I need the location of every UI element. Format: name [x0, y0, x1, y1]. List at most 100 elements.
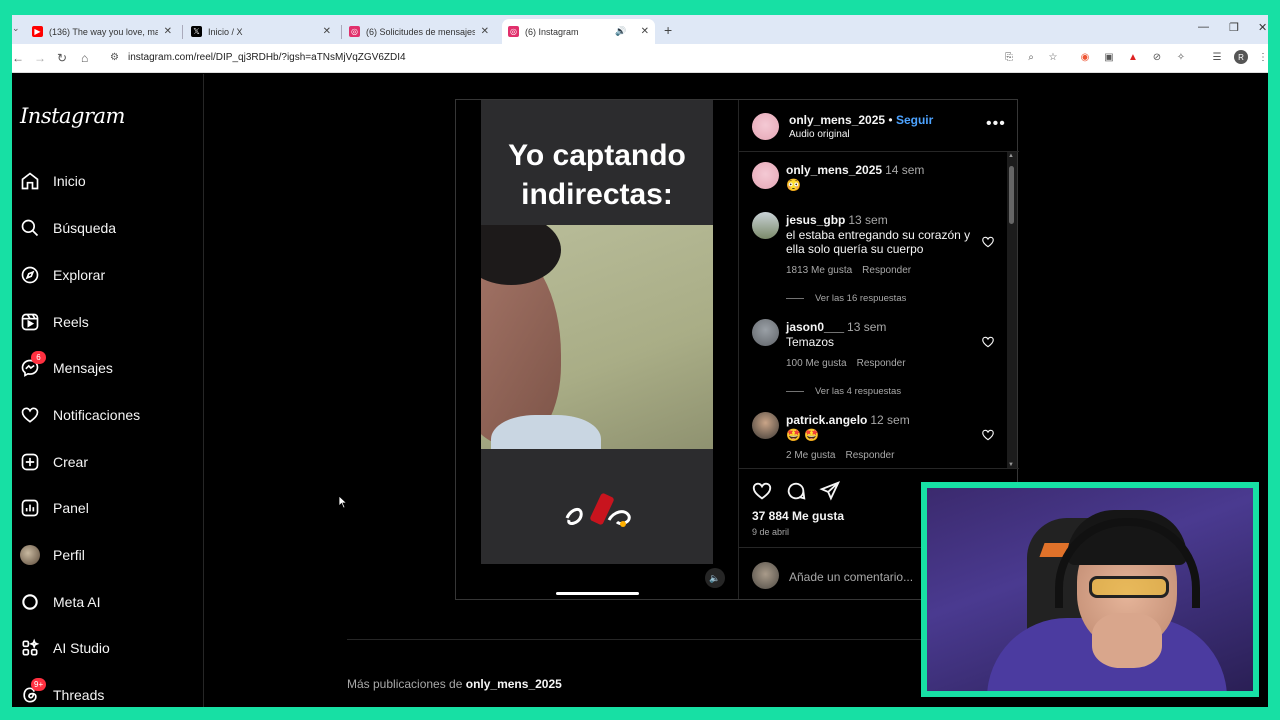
comment-avatar[interactable] — [752, 212, 779, 239]
view-replies-button[interactable]: Ver las 16 respuestas — [786, 293, 906, 304]
reply-button[interactable]: Responder — [857, 358, 906, 369]
messenger-icon: 6 — [20, 351, 46, 378]
sidebar-item-inicio[interactable]: Inicio — [20, 166, 86, 196]
comment-like-heart-icon[interactable] — [981, 235, 995, 249]
url-input[interactable]: instagram.com/reel/DIP_qj3RDHb/?igsh=aTN… — [128, 52, 406, 63]
reel-media[interactable]: Yo captando indirectas: � — [456, 100, 738, 599]
compass-icon — [20, 265, 40, 285]
comment-likes[interactable]: 2 Me gusta — [786, 450, 835, 461]
tab-search-chevron-icon[interactable]: ⌄ — [12, 23, 20, 34]
reply-button[interactable]: Responder — [845, 450, 894, 461]
glasses — [1089, 576, 1169, 598]
tab-instagram-requests[interactable]: ◎ (6) Solicitudes de mensajes • Ch ✕ — [343, 19, 495, 44]
instagram-icon: ◎ — [349, 26, 360, 37]
notification-badge: 6 — [31, 351, 46, 364]
video-progress-bar[interactable] — [556, 592, 639, 595]
add-comment-input[interactable]: Añade un comentario... — [789, 570, 913, 584]
sidebar-item-crear[interactable]: Crear — [20, 447, 88, 477]
extension-icon[interactable]: ▲ — [1126, 50, 1140, 64]
comment-like-heart-icon[interactable] — [981, 428, 995, 442]
extension-icon[interactable]: ▣ — [1102, 50, 1116, 64]
more-posts-username[interactable]: only_mens_2025 — [466, 677, 562, 691]
close-window-icon[interactable]: ✕ — [1258, 21, 1267, 34]
new-tab-plus-icon[interactable]: + — [664, 22, 672, 38]
audio-link[interactable]: Audio original — [789, 129, 850, 140]
mouse-cursor-icon — [338, 495, 348, 509]
scroll-up-arrow-icon[interactable]: ▲ — [1008, 153, 1014, 159]
follow-button[interactable]: Seguir — [896, 113, 933, 127]
comment-text: el estaba entregando su corazón y ella s… — [786, 228, 971, 256]
share-paper-plane-icon[interactable] — [819, 480, 841, 502]
browser-menu-icon[interactable]: ⋮ — [1256, 50, 1268, 64]
home-icon[interactable]: ⌂ — [81, 51, 88, 65]
minimize-icon[interactable]: — — [1198, 21, 1209, 33]
sidebar-item-mensajes[interactable]: 6 Mensajes — [20, 351, 113, 383]
sidebar-item-notificaciones[interactable]: Notificaciones — [20, 400, 140, 430]
forward-arrow-icon[interactable]: → — [34, 51, 46, 65]
mute-button[interactable]: 🔈 — [705, 568, 725, 588]
tab-title: Inicio / X — [208, 26, 243, 37]
sidebar-item-explorar[interactable]: Explorar — [20, 260, 105, 290]
reply-button[interactable]: Responder — [862, 265, 911, 276]
more-options-icon[interactable]: ••• — [986, 115, 1006, 133]
tab-close-icon[interactable]: ✕ — [481, 26, 489, 37]
reading-list-icon[interactable]: ☰ — [1210, 50, 1224, 64]
tab-close-icon[interactable]: ✕ — [164, 26, 172, 37]
tab-youtube[interactable]: ▶ (136) The way you love, makes ✕ — [26, 19, 178, 44]
tab-x[interactable]: 𝕏 Inicio / X ✕ — [185, 19, 337, 44]
scrollbar-thumb[interactable] — [1009, 166, 1014, 224]
comment-username[interactable]: patrick.angelo — [786, 413, 867, 427]
sidebar-item-ai-studio[interactable]: AI Studio — [20, 633, 110, 663]
comment-username[interactable]: jason0___ — [786, 320, 844, 334]
author-username[interactable]: only_mens_2025 — [789, 113, 885, 127]
comment-time[interactable]: 13 sem — [847, 320, 886, 334]
section-divider — [347, 639, 927, 640]
sidebar-item-reels[interactable]: Reels — [20, 307, 89, 337]
view-replies-button[interactable]: Ver las 4 respuestas — [786, 386, 901, 397]
threads-icon: 9+ — [20, 678, 47, 705]
like-heart-icon[interactable] — [751, 480, 773, 502]
comments-scrollbar[interactable]: ▲ ▼ — [1007, 152, 1017, 468]
reload-icon[interactable]: ↻ — [57, 51, 67, 65]
comment-avatar[interactable] — [752, 319, 779, 346]
reel-video[interactable]: Yo captando indirectas: — [481, 100, 713, 564]
reel-caption-text: Yo captando indirectas: — [481, 136, 713, 214]
bookmark-star-icon[interactable]: ☆ — [1046, 50, 1060, 64]
restore-icon[interactable]: ❐ — [1229, 21, 1239, 34]
back-arrow-icon[interactable]: ← — [12, 51, 24, 65]
comment-time[interactable]: 13 sem — [848, 213, 887, 227]
speaker-icon[interactable]: 🔊 — [615, 26, 626, 37]
install-app-icon[interactable]: ⎘ — [1002, 50, 1016, 64]
sidebar-item-meta-ai[interactable]: Meta AI — [20, 587, 100, 617]
extensions-puzzle-icon[interactable]: ✧ — [1174, 50, 1188, 64]
comment-like-heart-icon[interactable] — [981, 335, 995, 349]
tab-close-icon[interactable]: ✕ — [641, 26, 649, 37]
sidebar-item-perfil[interactable]: Perfil — [20, 540, 85, 570]
site-info-icon[interactable]: ⚙ — [110, 52, 119, 63]
comment-time[interactable]: 14 sem — [885, 163, 924, 177]
caption-avatar[interactable] — [752, 162, 779, 189]
instagram-logo[interactable]: Instagram — [20, 104, 125, 128]
replies-divider — [786, 391, 804, 392]
sidebar-item-panel[interactable]: Panel — [20, 493, 89, 523]
meta-ai-icon — [20, 592, 40, 612]
likes-count[interactable]: 37 884 Me gusta — [752, 509, 844, 523]
author-avatar[interactable] — [752, 113, 779, 140]
zoom-icon[interactable]: ⌕ — [1024, 50, 1038, 64]
view-replies-label: Ver las 4 respuestas — [815, 386, 902, 397]
profile-avatar[interactable]: R — [1234, 50, 1248, 64]
comment-likes[interactable]: 1813 Me gusta — [786, 265, 852, 276]
post-date[interactable]: 9 de abril — [752, 527, 789, 537]
comment-bubble-icon[interactable] — [785, 480, 807, 502]
comment-username[interactable]: jesus_gbp — [786, 213, 845, 227]
tab-instagram-active[interactable]: ◎ (6) Instagram 🔊 ✕ — [502, 19, 655, 44]
extension-icon[interactable]: ◉ — [1078, 50, 1092, 64]
comment-likes[interactable]: 100 Me gusta — [786, 358, 847, 369]
sidebar-item-threads[interactable]: 9+ Threads — [20, 678, 104, 707]
comment-username[interactable]: only_mens_2025 — [786, 163, 882, 177]
tab-close-icon[interactable]: ✕ — [323, 26, 331, 37]
sidebar-item-busqueda[interactable]: Búsqueda — [20, 213, 116, 243]
extension-icon[interactable]: ⊘ — [1150, 50, 1164, 64]
comment-time[interactable]: 12 sem — [870, 413, 909, 427]
comment-avatar[interactable] — [752, 412, 779, 439]
